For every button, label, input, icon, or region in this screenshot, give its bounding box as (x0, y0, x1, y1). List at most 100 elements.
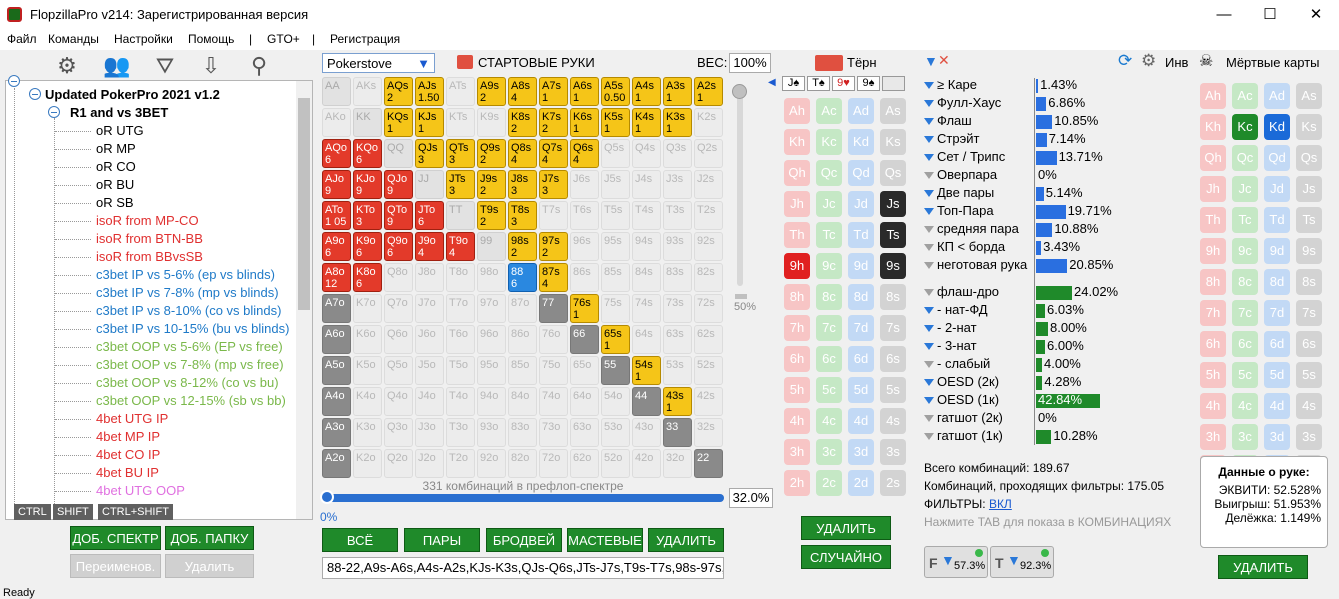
key-tab-ctrl-shift[interactable]: CTRL+SHIFT (98, 504, 173, 520)
broadway-button[interactable]: БРОДВЕЙ (486, 528, 562, 552)
hand-cell[interactable]: A5s 0.50 (601, 77, 630, 106)
hand-cell[interactable]: Q9s 2 (477, 139, 506, 168)
filter-funnel-icon[interactable] (924, 172, 934, 180)
hand-cell[interactable]: 76o (539, 325, 568, 354)
hand-cell[interactable]: 64o (570, 387, 599, 416)
stat-label[interactable]: Стрэйт (924, 131, 979, 146)
board-card[interactable]: 6d (848, 346, 874, 372)
hand-cell[interactable]: 83s (663, 263, 692, 292)
dead-card[interactable]: 3d (1264, 424, 1290, 450)
hand-cell[interactable]: J7o (415, 294, 444, 323)
dead-card[interactable]: 5h (1200, 362, 1226, 388)
tree-item[interactable]: 4bet MP IP (96, 429, 160, 444)
weight-input[interactable]: 100% (729, 53, 771, 73)
hand-cell[interactable]: 73s (663, 294, 692, 323)
dead-card[interactable]: 6c (1232, 331, 1258, 357)
board-delete-button[interactable]: УДАЛИТЬ (801, 516, 891, 540)
tree-item[interactable]: oR SB (96, 195, 134, 210)
hand-cell[interactable]: T8s 3 (508, 201, 537, 230)
dead-card[interactable]: 4s (1296, 393, 1322, 419)
board-card[interactable]: 4h (784, 408, 810, 434)
hand-cell[interactable]: 33 (663, 418, 692, 447)
filter-funnel-icon[interactable] (924, 154, 934, 162)
hand-cell[interactable]: A3o (322, 418, 351, 447)
hand-cell[interactable]: J3o (415, 418, 444, 447)
board-card[interactable]: 3s (880, 439, 906, 465)
hand-cell[interactable]: KK (353, 108, 382, 137)
search-icon[interactable]: ⚲ (244, 53, 274, 79)
board-card[interactable]: Tc (816, 222, 842, 248)
hand-cell[interactable]: K7s 2 (539, 108, 568, 137)
hand-cell[interactable]: A8o 12 (322, 263, 351, 292)
filter-funnel-icon[interactable] (924, 118, 934, 126)
board-card[interactable]: 5c (816, 377, 842, 403)
weight-slider-knob[interactable] (732, 84, 747, 99)
hand-cell[interactable]: 42o (632, 449, 661, 478)
hand-cell[interactable]: T2o (446, 449, 475, 478)
board-card[interactable]: Ah (784, 98, 810, 124)
hand-cell[interactable]: ATs (446, 77, 475, 106)
hand-cell[interactable]: 86o (508, 325, 537, 354)
hand-cell[interactable]: JJ (415, 170, 444, 199)
dead-card[interactable]: 3s (1296, 424, 1322, 450)
dead-card[interactable]: Kc (1232, 114, 1258, 140)
hand-cell[interactable]: K3s 1 (663, 108, 692, 137)
hand-cell[interactable]: KJo 9 (353, 170, 382, 199)
hand-cell[interactable]: 86s (570, 263, 599, 292)
filters-toggle[interactable]: ВКЛ (989, 497, 1012, 511)
filter-funnel-icon[interactable] (924, 289, 934, 297)
site-select[interactable]: Pokerstove ▼ (322, 53, 435, 73)
tree-item[interactable]: 4bet UTG OOP (96, 483, 185, 498)
menu-registration[interactable]: Регистрация (330, 32, 400, 46)
tree-item[interactable]: 4bet CO IP (96, 447, 160, 462)
dead-card[interactable]: 8h (1200, 269, 1226, 295)
tree-item[interactable]: 4bet UTG IP (96, 411, 168, 426)
minimize-button[interactable]: — (1201, 0, 1247, 30)
hand-cell[interactable]: A2s 1 (694, 77, 723, 106)
board-card[interactable]: 7c (816, 315, 842, 341)
filter-funnel-icon[interactable] (924, 190, 934, 198)
hand-cell[interactable]: AJs 1.50 (415, 77, 444, 106)
hand-cell[interactable]: 82s (694, 263, 723, 292)
dead-card[interactable]: Jd (1264, 176, 1290, 202)
hand-cell[interactable]: 95s (601, 232, 630, 261)
hand-cell[interactable]: J6s (570, 170, 599, 199)
hand-cell[interactable]: 75o (539, 356, 568, 385)
hand-cell[interactable]: 32o (663, 449, 692, 478)
hand-cell[interactable]: 74o (539, 387, 568, 416)
hand-cell[interactable]: A4s 1 (632, 77, 661, 106)
hand-cell[interactable]: T3s (663, 201, 692, 230)
hand-cell[interactable]: 96s (570, 232, 599, 261)
dead-card[interactable]: Qs (1296, 145, 1322, 171)
hand-cell[interactable]: 85s (601, 263, 630, 292)
hand-cell[interactable]: A7o (322, 294, 351, 323)
hand-cell[interactable]: 85o (508, 356, 537, 385)
hand-cell[interactable]: 83o (508, 418, 537, 447)
filter-funnel-icon[interactable] (924, 226, 934, 234)
tree-item[interactable]: oR UTG (96, 123, 144, 138)
board-card[interactable]: 7s (880, 315, 906, 341)
board-card[interactable]: 8c (816, 284, 842, 310)
filter-funnel-icon[interactable] (924, 244, 934, 252)
hand-cell[interactable]: A8s 4 (508, 77, 537, 106)
hand-cell[interactable]: T4s (632, 201, 661, 230)
board-slot[interactable] (882, 76, 905, 91)
dead-card[interactable]: 9h (1200, 238, 1226, 264)
hand-cell[interactable]: A6s 1 (570, 77, 599, 106)
hand-cell[interactable]: 52o (601, 449, 630, 478)
dead-card[interactable]: Qd (1264, 145, 1290, 171)
board-card[interactable]: 6h (784, 346, 810, 372)
stat-label[interactable]: Оверпара (924, 167, 997, 182)
board-card[interactable]: 2c (816, 470, 842, 496)
filter-funnel-icon[interactable] (924, 82, 934, 90)
hand-cell[interactable]: 74s (632, 294, 661, 323)
hand-cell[interactable]: KTo 3 (353, 201, 382, 230)
import-icon[interactable]: ⇩ (196, 53, 226, 79)
dead-card[interactable]: Kd (1264, 114, 1290, 140)
filter-funnel-icon[interactable] (924, 361, 934, 369)
board-slot[interactable]: T♠ (807, 76, 830, 91)
range-percent-input[interactable]: 32.0% (729, 488, 773, 508)
range-progress-knob[interactable] (320, 490, 334, 504)
hand-cell[interactable]: 96o (477, 325, 506, 354)
filter-funnel-icon[interactable] (924, 397, 934, 405)
